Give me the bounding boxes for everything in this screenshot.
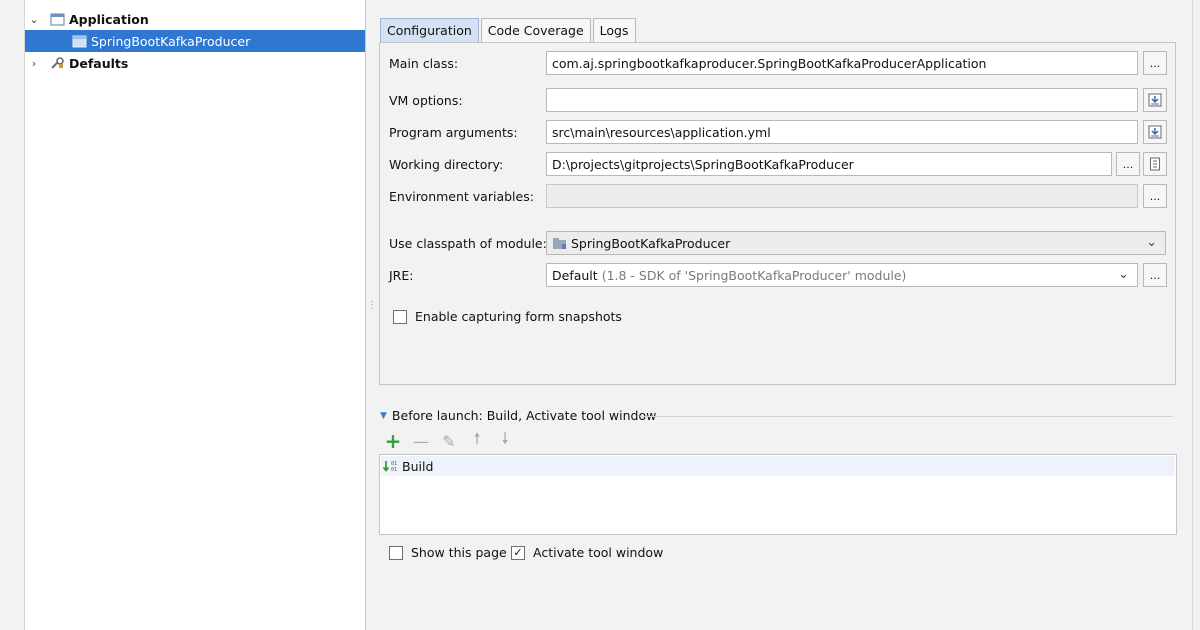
- program-args-field[interactable]: src\main\resources\application.yml: [546, 120, 1138, 144]
- window-right-edge: [1192, 0, 1200, 630]
- working-dir-field[interactable]: D:\projects\gitprojects\SpringBootKafkaP…: [546, 152, 1112, 176]
- vm-options-label: VM options:: [389, 93, 463, 108]
- triangle-down-icon[interactable]: ▼: [380, 411, 387, 421]
- remove-icon[interactable]: —: [412, 432, 430, 451]
- list-item[interactable]: 01 01 Build: [381, 456, 1175, 476]
- snapshot-label: Enable capturing form snapshots: [415, 309, 622, 324]
- tree-item-defaults[interactable]: › Defaults: [25, 52, 365, 74]
- tab-configuration[interactable]: Configuration: [380, 18, 479, 42]
- chevron-down-icon[interactable]: ⌄: [27, 13, 41, 26]
- jre-value: Default: [552, 267, 598, 283]
- env-vars-field[interactable]: [546, 184, 1138, 208]
- working-dir-browse-button[interactable]: ...: [1116, 152, 1140, 176]
- activate-tool-window-label: Activate tool window: [533, 545, 664, 560]
- activate-tool-window-checkbox-row[interactable]: ✓ Activate tool window: [511, 545, 663, 560]
- svg-text:01: 01: [391, 467, 397, 473]
- main-class-field[interactable]: com.aj.springbootkafkaproducer.SpringBoo…: [546, 51, 1138, 75]
- show-page-checkbox[interactable]: [389, 545, 403, 560]
- move-down-icon[interactable]: 🠗: [496, 429, 514, 450]
- classpath-label: Use classpath of module:: [389, 236, 547, 251]
- tree-item-label: Defaults: [69, 55, 129, 71]
- jre-select[interactable]: Default (1.8 - SDK of 'SpringBootKafkaPr…: [546, 263, 1138, 287]
- snapshot-checkbox-row[interactable]: Enable capturing form snapshots: [393, 309, 622, 324]
- main-class-label: Main class:: [389, 56, 459, 71]
- tree-item-label: SpringBootKafkaProducer: [91, 33, 251, 49]
- activate-tool-window-checkbox[interactable]: ✓: [511, 545, 525, 560]
- show-page-checkbox-row[interactable]: Show this page: [389, 545, 507, 560]
- tab-logs[interactable]: Logs: [592, 18, 636, 42]
- list-item-label: Build: [402, 458, 434, 474]
- run-config-icon: [72, 35, 87, 48]
- chevron-down-icon: ⌄: [1146, 235, 1157, 250]
- tree-item-springbootkafkaproducer[interactable]: SpringBootKafkaProducer: [25, 30, 365, 52]
- edit-pencil-icon[interactable]: ✎: [440, 432, 458, 451]
- snapshot-checkbox[interactable]: [393, 309, 407, 324]
- tab-code-coverage[interactable]: Code Coverage: [480, 18, 591, 42]
- show-page-label: Show this page: [411, 545, 507, 560]
- splitter-grip-icon[interactable]: ⋮: [367, 300, 377, 311]
- build-binary-icon: 01 01: [382, 460, 398, 473]
- main-class-browse-button[interactable]: ...: [1143, 51, 1167, 75]
- jre-label: JRE:: [389, 268, 414, 283]
- before-launch-list[interactable]: 01 01 Build: [379, 454, 1177, 535]
- move-up-icon[interactable]: 🠕: [468, 429, 486, 450]
- tree-item-application[interactable]: ⌄ Application: [25, 8, 365, 30]
- tree-item-label: Application: [69, 11, 149, 27]
- defaults-wrench-icon: [50, 56, 65, 70]
- working-dir-label: Working directory:: [389, 157, 504, 172]
- expand-field-icon[interactable]: [1143, 88, 1167, 112]
- application-config-icon: [50, 13, 65, 26]
- classpath-module-value: SpringBootKafkaProducer: [571, 235, 731, 251]
- before-launch-toolbar: + — ✎ 🠕 🠗: [384, 429, 514, 454]
- env-vars-label: Environment variables:: [389, 189, 534, 204]
- env-vars-browse-button[interactable]: ...: [1143, 184, 1167, 208]
- program-args-label: Program arguments:: [389, 125, 518, 140]
- config-tree[interactable]: ⌄ Application SpringBootKafkaProducer › …: [24, 0, 366, 630]
- before-launch-header[interactable]: ▼ Before launch: Build, Activate tool wi…: [380, 408, 656, 423]
- vm-options-field[interactable]: [546, 88, 1138, 112]
- window-left-edge: [0, 0, 24, 630]
- section-divider: [640, 416, 1173, 417]
- jre-hint: (1.8 - SDK of 'SpringBootKafkaProducer' …: [601, 267, 907, 283]
- add-icon[interactable]: +: [384, 429, 402, 453]
- jre-browse-button[interactable]: ...: [1143, 263, 1167, 287]
- module-folder-icon: [552, 237, 567, 250]
- expand-field-icon[interactable]: [1143, 120, 1167, 144]
- config-tabs: Configuration Code Coverage Logs: [380, 18, 638, 42]
- before-launch-title: Before launch: Build, Activate tool wind…: [391, 408, 657, 423]
- chevron-down-icon: ⌄: [1118, 267, 1129, 282]
- macro-insert-icon[interactable]: [1143, 152, 1167, 176]
- classpath-module-select[interactable]: SpringBootKafkaProducer ⌄: [546, 231, 1166, 255]
- chevron-right-icon[interactable]: ›: [27, 57, 41, 70]
